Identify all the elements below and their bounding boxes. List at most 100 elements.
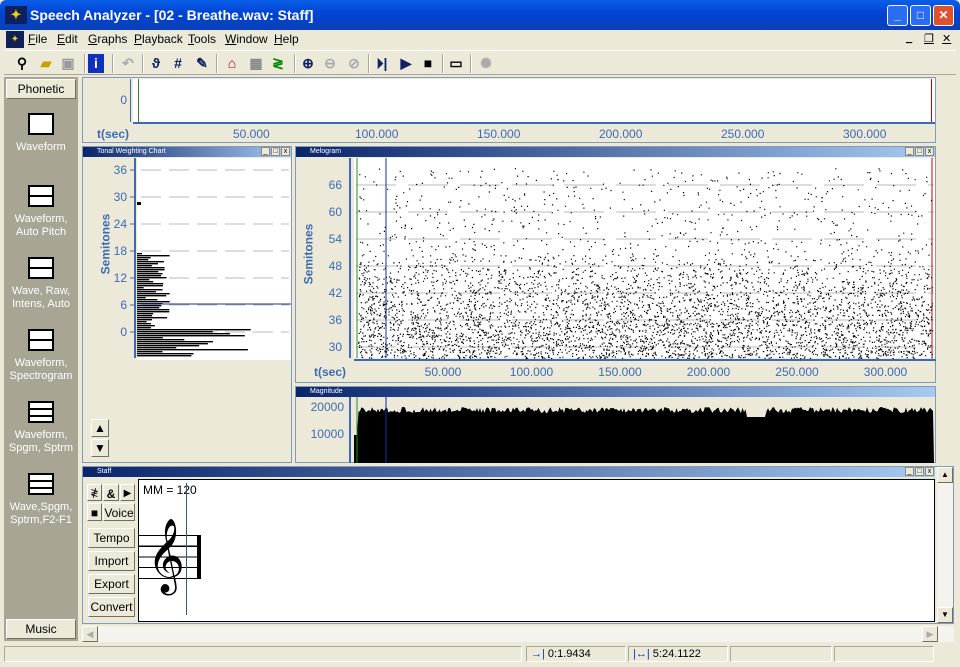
title-bar: ✦ Speech Analyzer - [02 - Breathe.wav: S… bbox=[0, 0, 960, 30]
graph-icon[interactable]: ⌂ bbox=[222, 54, 242, 73]
close-button[interactable]: x bbox=[281, 147, 290, 156]
child-title-bar: Staff _ □ x bbox=[83, 467, 935, 477]
histogram-bar bbox=[137, 323, 151, 325]
convert-button[interactable]: Convert bbox=[88, 597, 135, 617]
zoom-full-icon[interactable]: ⊘ bbox=[344, 54, 364, 73]
magnitude-chart: 20000 10000 bbox=[311, 397, 934, 463]
minimize-button[interactable]: _ bbox=[905, 467, 914, 476]
play-to-cursor-icon[interactable]: ⏵| bbox=[372, 54, 392, 73]
cursor-position-panel: →| 0:1.9434 bbox=[526, 646, 626, 662]
histogram-bar bbox=[137, 335, 245, 337]
histogram-bar bbox=[137, 257, 151, 259]
microphone-icon[interactable]: ⚲ bbox=[12, 54, 32, 73]
maximize-button[interactable]: □ bbox=[915, 147, 924, 156]
histogram-bar bbox=[137, 313, 154, 315]
sidebar-item-waveform-spgm-sptrm[interactable]: Waveform, Spgm, Sptrm bbox=[4, 401, 78, 455]
sidebar-item-wave-spgm-sptrm-f2f1[interactable]: Wave,Spgm, Sptrm,F2-F1 bbox=[4, 473, 78, 527]
mdi-minimize-button[interactable]: _ bbox=[906, 32, 912, 44]
histogram-bar bbox=[137, 339, 185, 341]
layout-icon bbox=[28, 185, 54, 207]
melogram-window[interactable]: Melogram _ □ x 66 60 54 48 42 36 30 50.000 100.000 1… bbox=[295, 146, 936, 383]
menu-edit[interactable]: Edit bbox=[57, 32, 78, 46]
waveform-pane[interactable]: 0 t(sec) 50.000 100.000 150.000 200.000 250.… bbox=[82, 77, 936, 143]
info-icon[interactable]: i bbox=[88, 54, 104, 73]
note-input-icon[interactable]: ≹ bbox=[87, 484, 102, 501]
layout-icon bbox=[28, 329, 54, 351]
sidebar-item-waveform-spectrogram[interactable]: Waveform, Spectrogram bbox=[4, 329, 78, 383]
undo-icon[interactable]: ↶ bbox=[118, 54, 138, 73]
minimize-button[interactable]: _ bbox=[887, 5, 908, 26]
histogram-bar bbox=[137, 277, 167, 279]
mdi-restore-button[interactable]: ❐ bbox=[924, 32, 934, 45]
histogram-bar bbox=[137, 285, 163, 287]
formant-icon[interactable]: ≷ bbox=[268, 54, 288, 73]
zoom-out-icon[interactable]: ⊖ bbox=[320, 54, 340, 73]
x-tick: 250.000 bbox=[721, 127, 765, 141]
stop-icon[interactable]: ■ bbox=[87, 503, 102, 521]
histogram-bar bbox=[137, 345, 200, 347]
sidebar-item-wave-raw-intens-auto[interactable]: Wave, Raw, Intens, Auto bbox=[4, 257, 78, 311]
spectrogram-icon[interactable]: ▦ bbox=[246, 54, 266, 73]
export-button[interactable]: Export bbox=[88, 574, 135, 594]
import-button[interactable]: Import bbox=[88, 551, 135, 571]
y-tick-label: 30 bbox=[114, 190, 128, 204]
menu-playback[interactable]: Playback bbox=[134, 32, 183, 46]
melogram-chart: 66 60 54 48 42 36 30 50.000 100.000 150.000 200.00… bbox=[329, 158, 936, 379]
histogram-bar bbox=[137, 291, 157, 293]
child-title-bar: Magnitude bbox=[296, 387, 935, 397]
y-tick-label: 0 bbox=[120, 325, 127, 339]
menu-tools[interactable]: Tools bbox=[188, 32, 216, 46]
cursor-line bbox=[186, 483, 187, 615]
play-icon[interactable]: ▶ bbox=[120, 484, 135, 501]
add-phonetic-icon[interactable]: ϑ bbox=[146, 54, 166, 73]
y-tick-label: 6 bbox=[120, 298, 127, 312]
y-tick-label: 54 bbox=[329, 232, 343, 246]
minimize-button[interactable]: _ bbox=[261, 147, 270, 156]
close-button[interactable]: ✕ bbox=[933, 5, 954, 26]
edit-pencil-icon[interactable]: ✎ bbox=[192, 54, 212, 73]
histogram-bar bbox=[137, 305, 162, 307]
sidebar-item-waveform[interactable]: Waveform bbox=[4, 113, 78, 154]
zoom-in-icon[interactable]: ⊕ bbox=[298, 54, 318, 73]
histogram-bar bbox=[137, 255, 170, 257]
close-button[interactable]: x bbox=[925, 467, 934, 476]
sidebar-music-button[interactable]: Music bbox=[6, 619, 76, 639]
add-sharp-icon[interactable]: # bbox=[168, 54, 188, 73]
tempo-button[interactable]: Tempo bbox=[88, 528, 135, 548]
layout-icon bbox=[28, 113, 54, 135]
close-button[interactable]: x bbox=[925, 147, 934, 156]
staff-editor[interactable]: MM = 120 𝄞 bbox=[138, 479, 935, 622]
mdi-close-button[interactable]: ✕ bbox=[942, 32, 951, 45]
menu-graphs[interactable]: Graphs bbox=[88, 32, 127, 46]
doc-icon[interactable]: ✦ bbox=[6, 31, 24, 48]
menu-help[interactable]: Help bbox=[274, 32, 299, 46]
y-tick-label: 36 bbox=[114, 163, 128, 177]
save-icon[interactable]: ▣ bbox=[58, 54, 78, 73]
histogram-bar bbox=[137, 307, 160, 309]
histogram-bar bbox=[137, 317, 168, 319]
x-tick: 300.000 bbox=[843, 127, 887, 141]
vertical-scrollbar[interactable]: ▲ ▼ bbox=[937, 467, 953, 623]
maximize-button[interactable]: □ bbox=[915, 467, 924, 476]
play-icon[interactable]: ▶ bbox=[396, 54, 416, 73]
histogram-bar bbox=[137, 329, 251, 331]
maximize-button[interactable]: □ bbox=[910, 5, 931, 26]
stop-icon[interactable]: ■ bbox=[418, 54, 438, 73]
menu-window[interactable]: Window bbox=[225, 32, 268, 46]
maximize-button[interactable]: □ bbox=[271, 147, 280, 156]
menu-file[interactable]: File bbox=[28, 32, 47, 46]
ampersand-icon[interactable]: & bbox=[103, 484, 119, 501]
open-folder-icon[interactable]: ▰ bbox=[36, 54, 56, 73]
sidebar-phonetic-button[interactable]: Phonetic bbox=[6, 79, 76, 99]
minimize-button[interactable]: _ bbox=[905, 147, 914, 156]
histogram-bar bbox=[137, 293, 170, 295]
scroll-down-button[interactable]: ▼ bbox=[91, 439, 109, 457]
scroll-up-button[interactable]: ▲ bbox=[91, 419, 109, 437]
magnitude-window[interactable]: Magnitude 20000 10000 bbox=[295, 386, 936, 463]
horizontal-scrollbar[interactable]: ◀ ▶ bbox=[82, 626, 954, 642]
voice-button[interactable]: Voice bbox=[103, 503, 135, 521]
waveform-gen-icon[interactable]: ✺ bbox=[476, 54, 496, 73]
sidebar-item-waveform-autopitch[interactable]: Waveform, Auto Pitch bbox=[4, 185, 78, 239]
y-tick-label: 42 bbox=[329, 286, 343, 300]
player-icon[interactable]: ▭ bbox=[446, 54, 466, 73]
